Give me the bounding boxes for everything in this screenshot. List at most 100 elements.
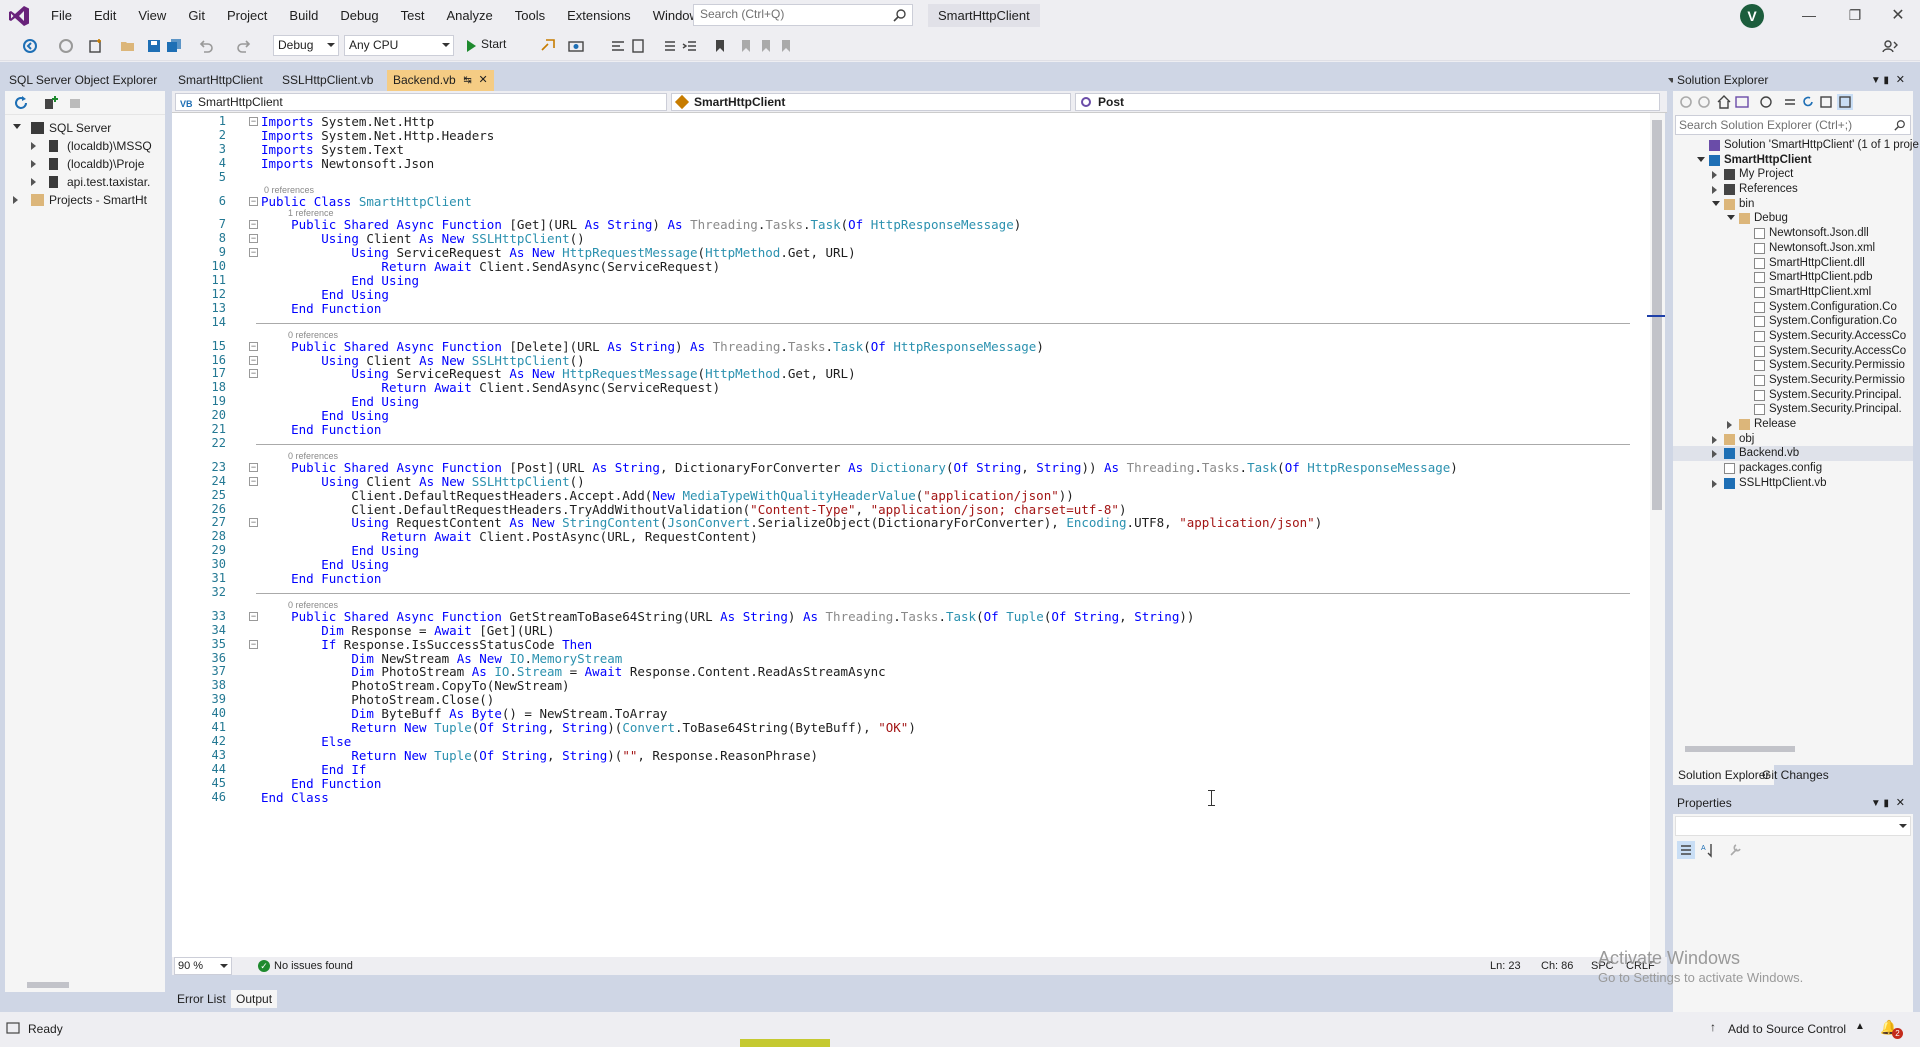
code-line[interactable]: Public Shared Async Function GetStreamTo… xyxy=(261,609,1194,624)
close-tab-icon[interactable]: ✕ xyxy=(479,70,488,91)
solution-tree-item[interactable]: SmartHttpClient.pdb xyxy=(1673,270,1913,285)
bookmark-icon[interactable] xyxy=(712,38,728,54)
tab-smarthttpclient[interactable]: SmartHttpClient xyxy=(172,70,269,91)
fold-toggle-icon[interactable]: − xyxy=(249,355,258,365)
sql-tree-item[interactable]: (localdb)\Proje xyxy=(5,155,165,173)
code-line[interactable]: Return New Tuple(Of String, String)(Conv… xyxy=(261,720,916,735)
code-line[interactable]: End If xyxy=(261,762,366,777)
home-icon[interactable] xyxy=(1717,95,1731,109)
solution-tree-item[interactable]: Newtonsoft.Json.dll xyxy=(1673,226,1913,241)
solution-tree-item[interactable]: obj xyxy=(1673,432,1913,447)
code-line[interactable]: Public Shared Async Function [Get](URL A… xyxy=(261,217,1021,232)
show-all-files-icon[interactable] xyxy=(1837,94,1853,110)
collapsed-chevron-icon[interactable] xyxy=(1727,421,1732,430)
code-line[interactable]: End Using xyxy=(261,287,389,302)
code-line[interactable]: Public Shared Async Function [Delete](UR… xyxy=(261,339,1044,354)
code-line[interactable]: End Class xyxy=(261,790,329,805)
close-icon[interactable]: ✕ xyxy=(1875,0,1920,31)
code-line[interactable]: End Function xyxy=(261,301,381,316)
start-button[interactable]: Start xyxy=(461,35,510,56)
tab-git-changes[interactable]: Git Changes xyxy=(1757,765,1834,785)
restore-icon[interactable]: ❐ xyxy=(1832,0,1878,31)
collapsed-chevron-icon[interactable] xyxy=(31,160,36,168)
open-folder-icon[interactable] xyxy=(120,38,136,54)
solution-tree-item[interactable]: System.Security.Permissio xyxy=(1673,358,1913,373)
solution-tree-item[interactable]: Backend.vb xyxy=(1673,446,1913,462)
code-line[interactable]: Using Client As New SSLHttpClient() xyxy=(261,474,584,489)
fold-toggle-icon[interactable]: − xyxy=(249,196,258,206)
code-line[interactable]: Return New Tuple(Of String, String)("", … xyxy=(261,748,818,763)
solution-tree-item[interactable]: Release xyxy=(1673,417,1913,432)
collapsed-chevron-icon[interactable] xyxy=(13,196,18,204)
fold-toggle-icon[interactable]: − xyxy=(249,462,258,472)
menu-project[interactable]: Project xyxy=(216,0,278,31)
alphabetical-icon[interactable]: A xyxy=(1699,841,1717,859)
code-line[interactable]: End Using xyxy=(261,273,419,288)
menu-tools[interactable]: Tools xyxy=(504,0,556,31)
tab-backend-vb[interactable]: Backend.vb ↹ ✕ xyxy=(387,70,494,91)
solution-tree-item[interactable]: SmartHttpClient xyxy=(1673,153,1913,168)
solution-tree-item[interactable]: bin xyxy=(1673,197,1913,212)
code-line[interactable]: Client.DefaultRequestHeaders.TryAddWitho… xyxy=(261,502,1126,517)
solution-tree-item[interactable]: System.Security.Principal. xyxy=(1673,402,1913,417)
prev-bookmark-icon[interactable] xyxy=(738,38,754,54)
pin-icon[interactable]: ▼ ▮ xyxy=(1871,70,1889,91)
code-line[interactable]: Using Client As New SSLHttpClient() xyxy=(261,353,584,368)
fold-toggle-icon[interactable]: − xyxy=(249,117,258,126)
switch-views-icon[interactable] xyxy=(1735,95,1749,109)
sync-icon[interactable] xyxy=(1783,95,1797,109)
sql-tree-item[interactable]: SQL Server xyxy=(5,119,165,137)
solution-tree-item[interactable]: System.Configuration.Co xyxy=(1673,314,1913,329)
code-line[interactable]: Else xyxy=(261,734,351,749)
fold-toggle-icon[interactable]: − xyxy=(249,611,258,621)
collapsed-chevron-icon[interactable] xyxy=(31,178,36,186)
menu-view[interactable]: View xyxy=(127,0,177,31)
member-dropdown[interactable]: Post xyxy=(1075,93,1660,111)
code-line[interactable]: Client.DefaultRequestHeaders.Accept.Add(… xyxy=(261,488,1074,503)
code-line[interactable]: End Function xyxy=(261,776,381,791)
menu-extensions[interactable]: Extensions xyxy=(556,0,642,31)
sql-tree-item[interactable]: Projects - SmartHt xyxy=(5,191,165,209)
collapsed-chevron-icon[interactable] xyxy=(1712,479,1717,488)
fold-toggle-icon[interactable]: − xyxy=(249,476,258,486)
code-line[interactable]: Dim Response = Await [Get](URL) xyxy=(261,623,554,638)
code-line[interactable]: End Function xyxy=(261,422,381,437)
sql-horizontal-scrollbar[interactable] xyxy=(13,979,163,991)
step-over-icon[interactable] xyxy=(630,38,646,54)
solution-tree-item[interactable]: System.Configuration.Co xyxy=(1673,300,1913,315)
fold-toggle-icon[interactable]: − xyxy=(249,369,258,379)
minimize-icon[interactable]: — xyxy=(1786,0,1832,31)
sql-tree-item[interactable]: api.test.taxistar. xyxy=(5,173,165,191)
camera-icon[interactable] xyxy=(568,38,584,54)
redo-icon[interactable] xyxy=(236,38,252,54)
fold-toggle-icon[interactable]: − xyxy=(249,234,258,244)
sql-tree-item[interactable]: (localdb)\MSSQ xyxy=(5,137,165,155)
solution-tree-item[interactable]: SmartHttpClient.dll xyxy=(1673,256,1913,271)
collapsed-chevron-icon[interactable] xyxy=(31,142,36,150)
solution-tree-item[interactable]: System.Security.AccessCo xyxy=(1673,329,1913,344)
solution-tree-item[interactable]: packages.config xyxy=(1673,461,1913,476)
code-line[interactable]: If Response.IsSuccessStatusCode Then xyxy=(261,637,592,652)
code-line[interactable]: Public Class SmartHttpClient xyxy=(261,194,472,209)
menu-debug[interactable]: Debug xyxy=(329,0,389,31)
forward-icon[interactable] xyxy=(1697,95,1711,109)
code-line[interactable]: Using Client As New SSLHttpClient() xyxy=(261,231,584,246)
categorized-icon[interactable] xyxy=(1677,841,1695,859)
collapse-all-icon[interactable] xyxy=(1819,95,1833,109)
fold-toggle-icon[interactable]: − xyxy=(249,341,258,351)
tab-sslhttpclient-vb[interactable]: SSLHttpClient.vb xyxy=(276,70,379,91)
pin-icon[interactable]: ↹ xyxy=(463,70,471,91)
fold-toggle-icon[interactable]: − xyxy=(249,248,258,258)
code-line[interactable]: Imports System.Net.Http.Headers xyxy=(261,128,494,143)
undo-icon[interactable] xyxy=(198,38,214,54)
code-line[interactable]: Imports Newtonsoft.Json xyxy=(261,156,434,171)
avatar[interactable]: V xyxy=(1740,4,1764,28)
zoom-select[interactable]: 90 % xyxy=(174,957,232,975)
solution-tree-item[interactable]: System.Security.Permissio xyxy=(1673,373,1913,388)
code-line[interactable]: End Using xyxy=(261,543,419,558)
issues-status[interactable]: No issues found xyxy=(274,957,353,975)
menu-file[interactable]: File xyxy=(40,0,83,31)
menu-edit[interactable]: Edit xyxy=(83,0,127,31)
solution-tree-item[interactable]: SSLHttpClient.vb xyxy=(1673,476,1913,491)
object-select[interactable] xyxy=(1675,816,1911,836)
